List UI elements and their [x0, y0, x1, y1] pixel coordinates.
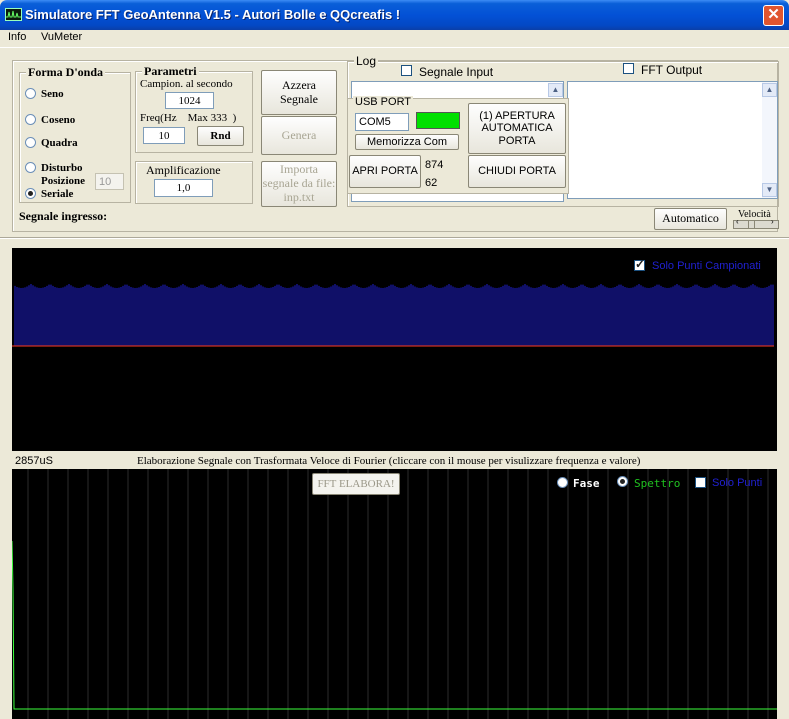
waveform-title: Forma D'onda	[26, 65, 105, 80]
amplification-input[interactable]: 1,0	[154, 179, 213, 197]
radio-seriale[interactable]	[25, 188, 36, 199]
separator-highlight	[0, 238, 789, 239]
open-port-button[interactable]: APRI PORTA	[349, 155, 421, 188]
menu-bar: Info VuMeter	[0, 30, 789, 48]
speed-label: Velocità	[738, 209, 771, 220]
close-port-button[interactable]: CHIUDI PORTA	[468, 155, 566, 188]
position-input[interactable]: 10	[95, 173, 124, 190]
signal-input-checkbox[interactable]	[401, 65, 412, 76]
radio-seno-label: Seno	[41, 88, 64, 100]
fft-log-scrollbar[interactable]	[762, 82, 777, 198]
radio-coseno-label: Coseno	[41, 114, 76, 126]
close-button[interactable]: ✕	[763, 5, 784, 26]
radio-spectrum[interactable]	[617, 476, 628, 487]
samples-label: Campion. al secondo	[140, 78, 233, 90]
generate-button[interactable]: Genera	[261, 116, 337, 155]
spectrum-trace	[11, 540, 777, 710]
speed-left-arrow-icon[interactable]: ‹	[736, 217, 739, 226]
sampled-only-label: Solo Punti Campionati	[652, 260, 761, 272]
amplification-title: Amplificazione	[146, 163, 221, 177]
rnd-button[interactable]: Rnd	[197, 126, 244, 146]
spectrum-graph	[11, 469, 777, 719]
menu-info[interactable]: Info	[8, 31, 26, 43]
fft-log-scroll-up-icon[interactable]: ▲	[762, 83, 777, 97]
signal-log-scroll-up-icon[interactable]: ▲	[548, 83, 563, 97]
fft-output-checkbox[interactable]	[623, 63, 634, 74]
automatic-button[interactable]: Automatico	[654, 208, 727, 230]
sampled-only-checkbox[interactable]	[634, 257, 645, 271]
speed-slider[interactable]: ‹ ›	[733, 217, 779, 229]
freq-input[interactable]: 10	[143, 127, 185, 144]
auto-open-port-button[interactable]: (1) APERTURA AUTOMATICA PORTA	[468, 103, 566, 154]
fft-caption: Elaborazione Segnale con Trasformata Vel…	[137, 455, 641, 467]
fft-process-button[interactable]: FFT ELABORA!	[312, 473, 400, 495]
log-title: Log	[354, 54, 379, 68]
radio-quadra-label: Quadra	[41, 137, 78, 149]
signal-waveform	[12, 284, 774, 347]
menu-vumeter[interactable]: VuMeter	[41, 31, 82, 43]
import-file-button[interactable]: Importa segnale da file: inp.txt	[261, 161, 337, 207]
freq-label: Freq(Hz Max 333 )	[140, 112, 237, 124]
radio-seno[interactable]	[25, 88, 36, 99]
signal-input-title: Segnale ingresso:	[19, 209, 108, 223]
radio-phase-label: Fase	[573, 477, 600, 490]
app-waveform-icon	[5, 8, 22, 21]
reset-signal-button[interactable]: Azzera Segnale	[261, 70, 337, 115]
points-only-label: Solo Punti	[712, 477, 763, 489]
radio-spectrum-label: Spettro	[634, 477, 681, 490]
title-bar: Simulatore FFT GeoAntenna V1.5 - Autori …	[0, 0, 789, 30]
radio-disturbo[interactable]	[25, 162, 36, 173]
port-reading-2: 62	[425, 177, 438, 189]
points-only-checkbox[interactable]	[695, 477, 706, 488]
fft-output-label: FFT Output	[641, 63, 703, 77]
memorize-com-button[interactable]: Memorizza Com	[355, 134, 459, 150]
signal-input-label: Segnale Input	[419, 65, 494, 79]
radio-seriale-label: Seriale	[41, 188, 74, 200]
usb-port-title: USB PORT	[353, 96, 414, 108]
speed-right-arrow-icon[interactable]: ›	[771, 217, 774, 226]
window-title: Simulatore FFT GeoAntenna V1.5 - Autori …	[25, 7, 401, 22]
radio-phase[interactable]	[557, 477, 568, 488]
fft-spectrum-plot[interactable]	[11, 469, 777, 719]
radio-disturbo-label: Disturbo	[41, 162, 83, 174]
signal-plot[interactable]	[12, 248, 777, 451]
time-readout: 2857uS	[15, 455, 53, 467]
port-reading-1: 874	[425, 159, 444, 171]
position-label: Posizione	[41, 175, 85, 187]
com-port-input[interactable]: COM5	[355, 113, 409, 131]
radio-coseno[interactable]	[25, 114, 36, 125]
fft-log-textarea[interactable]	[567, 81, 778, 199]
params-title: Parametri	[142, 64, 199, 79]
fft-log-scroll-down-icon[interactable]: ▼	[762, 183, 777, 197]
radio-quadra[interactable]	[25, 137, 36, 148]
port-status-indicator	[416, 112, 460, 129]
samples-input[interactable]: 1024	[165, 92, 214, 109]
